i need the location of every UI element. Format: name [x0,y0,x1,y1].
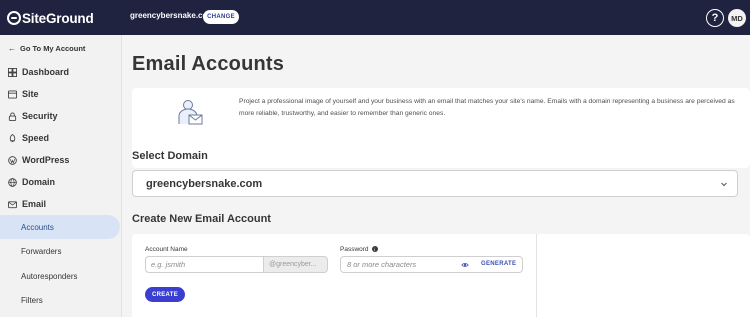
sidebar-item-label: WordPress [22,155,70,165]
create-button[interactable]: CREATE [145,287,185,302]
current-site-domain: greencybersnake.com [130,11,215,20]
top-bar: SiteGround greencybersnake.com CHANGE ? … [0,0,750,35]
sidebar-item-label: Site [22,89,39,99]
sidebar-item-email[interactable]: Email [8,199,46,209]
page-title: Email Accounts [132,53,285,75]
password-label-row: Password i [340,246,378,253]
lock-icon [8,111,17,121]
select-domain-heading: Select Domain [132,150,208,162]
site-icon [8,89,17,99]
envelope-icon [8,200,17,209]
user-avatar[interactable]: MD [728,9,746,27]
sidebar-item-speed[interactable]: Speed [8,133,49,143]
domain-select-value: greencybersnake.com [146,177,263,190]
help-icon[interactable]: ? [706,9,724,27]
arrow-left-icon: ← [8,44,16,53]
sidebar-item-wordpress[interactable]: WordPress [8,155,69,165]
sidebar-item-site[interactable]: Site [8,89,39,99]
account-domain-suffix: @greencyber... [263,256,328,273]
change-site-button[interactable]: CHANGE [203,10,239,24]
form-divider [536,234,537,317]
email-person-illustration-icon [178,100,203,125]
intro-card: Project a professional image of yourself… [132,88,750,168]
sidebar-item-domain[interactable]: Domain [8,177,55,187]
sidebar-item-label: Dashboard [22,67,70,77]
siteground-logo-icon [7,11,21,25]
sidebar-item-label: Domain [22,177,56,187]
password-input[interactable]: 8 or more characters GENERATE [340,256,523,273]
sidebar-subitem-forwarders[interactable]: Forwarders [0,239,120,263]
sidebar-item-label: Security [22,111,58,121]
account-name-placeholder: e.g. jsmith [151,260,186,269]
sidebar-subitem-filters[interactable]: Filters [0,288,120,312]
siteground-logo[interactable]: SiteGround [7,10,94,26]
info-icon[interactable]: i [371,246,378,253]
domain-select[interactable]: greencybersnake.com [132,170,738,197]
wordpress-icon [8,155,17,165]
sidebar-item-label: Email [22,199,47,209]
go-to-my-account-link[interactable]: ← Go To My Account [8,44,85,53]
generate-password-button[interactable]: GENERATE [481,261,516,267]
chevron-down-icon [721,182,727,187]
dashboard-icon [8,67,17,77]
create-account-heading: Create New Email Account [132,213,271,225]
account-name-label: Account Name [145,246,188,253]
sidebar-item-security[interactable]: Security [8,111,58,121]
logo-text: SiteGround [22,10,94,26]
rocket-icon [8,133,17,143]
globe-icon [8,177,17,187]
password-placeholder: 8 or more characters [347,260,417,269]
sidebar-subitem-autoresponders[interactable]: Autoresponders [0,264,120,288]
sidebar-item-label: Speed [22,133,50,143]
intro-description: Project a professional image of yourself… [239,98,735,117]
main-content: Email Accounts Project a professional im… [122,35,750,317]
sidebar-subitem-accounts[interactable]: Accounts [0,215,120,239]
sidebar-item-dashboard[interactable]: Dashboard [8,67,69,77]
password-label: Password [340,246,369,253]
back-link-label: Go To My Account [20,44,86,53]
sidebar: ← Go To My Account Dashboard Site Securi… [0,35,122,317]
create-account-form: Account Name e.g. jsmith @greencyber... … [132,234,750,317]
show-password-icon[interactable] [461,261,469,269]
account-name-input[interactable]: e.g. jsmith [145,256,263,273]
